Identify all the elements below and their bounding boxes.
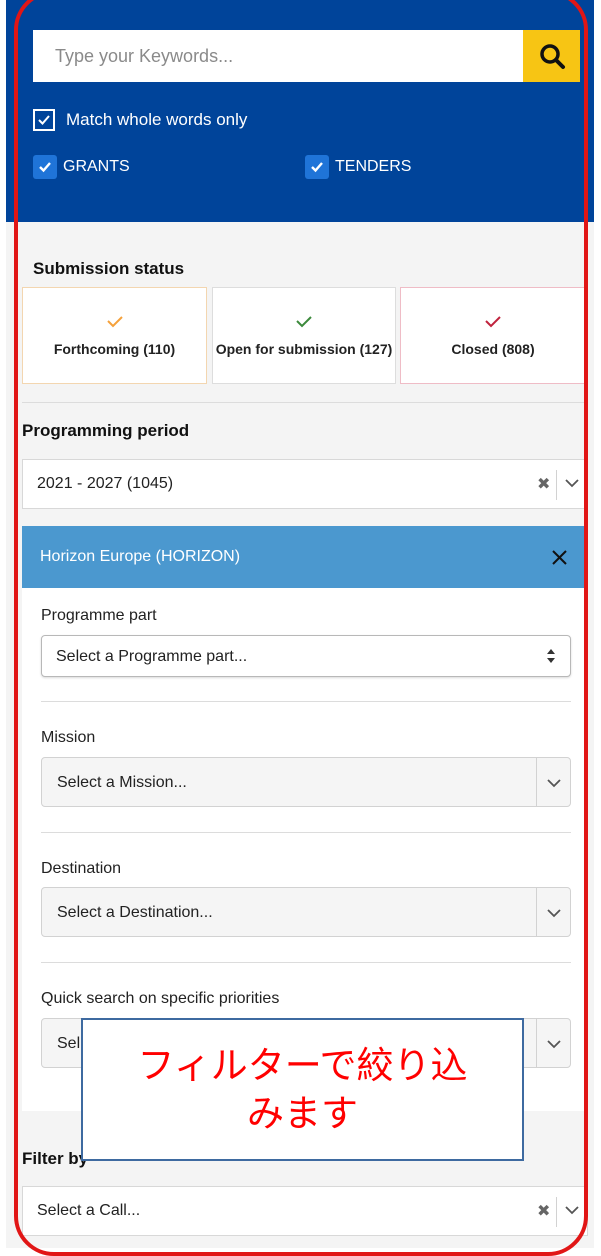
mission-label: Mission <box>41 729 96 746</box>
destination-placeholder: Select a Destination... <box>57 904 213 921</box>
status-open-label: Open for submission (127) <box>215 340 393 357</box>
mission-select[interactable]: Select a Mission... <box>41 757 571 807</box>
status-forthcoming-label: Forthcoming (110) <box>53 340 176 357</box>
status-forthcoming[interactable]: Forthcoming (110) <box>22 287 207 384</box>
select-separator <box>536 1019 537 1067</box>
annotation-line-1: フィルターで絞り込 <box>137 1043 468 1087</box>
grants-checkbox[interactable] <box>33 155 57 179</box>
grants-option[interactable]: GRANTS <box>33 155 130 179</box>
annotation-callout: フィルターで絞り込 みます <box>81 1018 524 1161</box>
select-separator <box>556 470 557 500</box>
keyword-search-input[interactable] <box>33 30 523 82</box>
divider <box>22 402 586 403</box>
mission-placeholder: Select a Mission... <box>57 774 187 791</box>
status-open[interactable]: Open for submission (127) <box>212 287 396 384</box>
check-icon <box>311 162 323 173</box>
check-icon <box>38 115 50 125</box>
chevron-down-icon <box>547 1040 561 1049</box>
match-whole-words-option[interactable]: Match whole words only <box>33 109 247 131</box>
select-separator <box>536 888 537 936</box>
close-icon[interactable] <box>551 549 568 566</box>
match-whole-words-checkbox[interactable] <box>33 109 55 131</box>
programme-part-select[interactable]: Select a Programme part... <box>41 635 571 677</box>
grants-label: GRANTS <box>63 158 130 175</box>
chevron-down-icon <box>547 779 561 788</box>
quick-search-placeholder: Sel <box>57 1035 81 1052</box>
filter-by-title: Filter by <box>22 1149 89 1168</box>
chevron-down-icon <box>547 909 561 918</box>
check-icon <box>39 162 51 173</box>
select-separator <box>536 758 537 806</box>
destination-select[interactable]: Select a Destination... <box>41 887 571 937</box>
clear-icon[interactable]: ✖ <box>537 1201 550 1221</box>
divider <box>41 962 571 963</box>
match-whole-words-label: Match whole words only <box>66 110 248 129</box>
annotation-text: フィルターで絞り込 みます <box>137 1042 467 1138</box>
destination-label: Destination <box>41 860 122 877</box>
quick-search-label: Quick search on specific priorities <box>41 990 280 1007</box>
programme-header: Horizon Europe (HORIZON) <box>22 526 586 588</box>
chevron-down-icon[interactable] <box>565 478 579 488</box>
programming-period-value: 2021 - 2027 (1045) <box>37 475 174 492</box>
divider <box>41 832 571 833</box>
call-placeholder: Select a Call... <box>37 1202 141 1219</box>
search-button[interactable] <box>523 30 580 82</box>
programme-part-label: Programme part <box>41 607 157 624</box>
select-separator <box>556 1197 557 1227</box>
programme-part-placeholder: Select a Programme part... <box>56 648 248 665</box>
search-icon <box>539 44 565 69</box>
annotation-line-2: みます <box>246 1091 358 1135</box>
programme-name: Horizon Europe (HORIZON) <box>40 548 241 565</box>
call-select[interactable]: Select a Call... ✖ <box>22 1186 588 1236</box>
check-icon <box>485 315 501 327</box>
chevron-down-icon[interactable] <box>565 1205 579 1215</box>
status-closed[interactable]: Closed (808) <box>400 287 586 384</box>
check-icon <box>106 315 123 327</box>
submission-status-title: Submission status <box>33 259 185 278</box>
tenders-option[interactable]: TENDERS <box>305 155 411 179</box>
check-icon <box>296 315 312 327</box>
status-closed-label: Closed (808) <box>451 340 535 357</box>
divider <box>41 701 571 702</box>
programming-period-title: Programming period <box>22 421 190 440</box>
sort-arrows-icon <box>547 649 555 663</box>
tenders-label: TENDERS <box>335 158 412 175</box>
programming-period-select[interactable]: 2021 - 2027 (1045) ✖ <box>22 459 588 509</box>
clear-icon[interactable]: ✖ <box>537 474 550 494</box>
tenders-checkbox[interactable] <box>305 155 329 179</box>
